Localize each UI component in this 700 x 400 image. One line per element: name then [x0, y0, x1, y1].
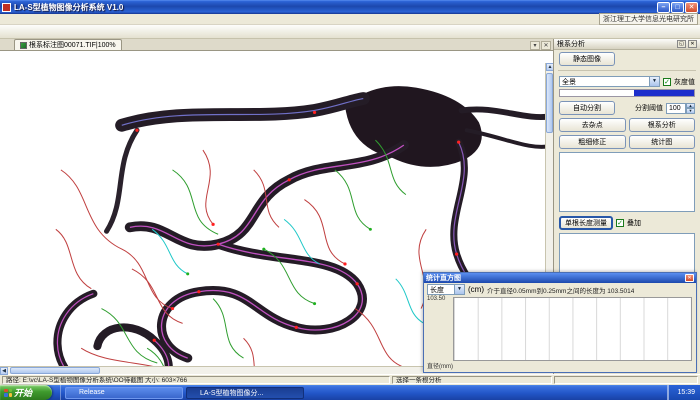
organization-label: 浙江理工大学信息光电研究所 — [599, 13, 698, 25]
status-path: 路径: E:\vc\LA-S型植物图像分析系统\OO待截图 大小: 603×76… — [2, 376, 390, 384]
histogram-window: 统计直方图 ✕ 长度 ▼ (cm) 介于直径0.05mm到0.25mm之间的长度… — [423, 272, 697, 373]
app-window: LA-S型植物图像分析系统 V1.0 – □ ✕ 浙江理工大学信息光电研究所 根… — [0, 0, 700, 400]
image-tab[interactable]: 根系标注图00071.TIF|100% — [14, 39, 122, 50]
panel-pin-icon[interactable]: ◱ — [677, 40, 686, 48]
status-empty — [554, 376, 698, 384]
horizontal-scroll-thumb[interactable] — [10, 367, 100, 374]
overlay-checkbox-label: 叠加 — [627, 218, 641, 228]
overlay-checkbox[interactable]: ✓ — [616, 219, 624, 227]
tab-close-button[interactable]: ✕ — [541, 41, 551, 50]
threshold-value[interactable]: 100 — [666, 103, 686, 114]
single-root-measure-button[interactable]: 单根长度测量 — [559, 216, 613, 230]
spin-down-icon[interactable]: ▼ — [686, 108, 695, 114]
task-release-label: Release — [79, 389, 105, 396]
histogram-close-icon[interactable]: ✕ — [685, 274, 694, 282]
results-box-global — [559, 152, 695, 212]
threshold-label: 分割阈值 — [635, 103, 663, 113]
threshold-slider-fill — [634, 90, 694, 96]
divider — [558, 70, 696, 71]
toolbar — [0, 25, 700, 39]
task-las-app[interactable]: LA-S型植物图像分... — [186, 387, 304, 399]
panel-close-icon[interactable]: ✕ — [688, 40, 697, 48]
grayscale-checkbox[interactable]: ✓ — [663, 78, 671, 86]
measure-select[interactable]: 长度 ▼ — [427, 284, 465, 295]
denoise-button[interactable]: 去杂点 — [559, 118, 626, 132]
tab-menu-button[interactable]: ▾ — [530, 41, 540, 50]
status-hint: 选择一条根分析 — [392, 376, 552, 384]
status-bar: 路径: E:\vc\LA-S型植物图像分析系统\OO待截图 大小: 603×76… — [0, 374, 700, 385]
image-tab-label: 根系标注图00071.TIF|100% — [29, 40, 116, 50]
panel-title-bar: 根系分析 ◱ ✕ — [554, 39, 700, 50]
view-select-value: 全景 — [560, 77, 649, 87]
scroll-left-icon[interactable]: ◀ — [0, 367, 8, 375]
menu-bar: 浙江理工大学信息光电研究所 — [0, 14, 700, 25]
static-image-button[interactable]: 静态图像 — [559, 52, 615, 66]
y-axis-max-label: 103.50 — [427, 296, 445, 302]
histogram-plot-area: 103.50 直径(mm) — [427, 296, 693, 370]
root-analysis-button[interactable]: 根系分析 — [629, 118, 696, 132]
scroll-up-icon[interactable]: ▲ — [546, 63, 553, 71]
system-tray: 15:39 — [667, 385, 700, 400]
x-axis-title: 直径(mm) — [427, 361, 453, 370]
task-las-app-label: LA-S型植物图像分... — [200, 388, 263, 398]
tab-controls: ▾ ✕ — [529, 41, 551, 50]
folder-icon — [69, 389, 77, 397]
app-icon — [190, 389, 198, 397]
auto-segment-button[interactable]: 自动分割 — [559, 101, 615, 115]
clock: 15:39 — [677, 389, 695, 396]
window-title: LA-S型植物图像分析系统 V1.0 — [14, 2, 656, 13]
unit-label: (cm) — [468, 285, 484, 294]
start-button-label: 开始 — [14, 386, 32, 399]
image-thumbnail-icon — [20, 42, 27, 49]
histogram-title-bar[interactable]: 统计直方图 ✕ — [424, 273, 696, 283]
chart-button[interactable]: 统计图 — [629, 135, 696, 149]
vertical-scroll-thumb[interactable] — [546, 73, 553, 133]
panel-title: 根系分析 — [557, 39, 585, 49]
chevron-down-icon[interactable]: ▼ — [454, 285, 464, 294]
view-select[interactable]: 全景 ▼ — [559, 76, 660, 87]
grayscale-checkbox-label: 灰度值 — [674, 77, 695, 87]
start-button[interactable]: 开始 — [0, 385, 52, 400]
task-release[interactable]: Release — [65, 387, 183, 399]
tab-strip: 根系标注图00071.TIF|100% ▾ ✕ — [0, 39, 553, 51]
close-button[interactable]: ✕ — [685, 2, 698, 13]
content-area: 根系标注图00071.TIF|100% ▾ ✕ — [0, 39, 700, 374]
windows-logo-icon — [4, 389, 12, 397]
title-bar[interactable]: LA-S型植物图像分析系统 V1.0 – □ ✕ — [0, 0, 700, 14]
quick-launch — [52, 385, 61, 400]
refine-button[interactable]: 粗细修正 — [559, 135, 626, 149]
maximize-button[interactable]: □ — [671, 2, 684, 13]
minimize-button[interactable]: – — [657, 2, 670, 13]
histogram-title: 统计直方图 — [426, 273, 461, 283]
chevron-down-icon[interactable]: ▼ — [649, 77, 659, 86]
taskbar: 开始 Release LA-S型植物图像分... 15:39 — [0, 385, 700, 400]
histogram-info-text: 介于直径0.05mm到0.25mm之间的长度为 103.5014 — [487, 285, 634, 295]
histogram-plot — [453, 297, 692, 361]
threshold-slider[interactable] — [559, 89, 695, 97]
histogram-controls: 长度 ▼ (cm) 介于直径0.05mm到0.25mm之间的长度为 103.50… — [424, 283, 696, 296]
task-buttons: Release LA-S型植物图像分... — [61, 385, 667, 400]
threshold-spinner[interactable]: 100 ▲ ▼ — [666, 103, 695, 114]
x-axis-ticks — [453, 362, 692, 370]
measure-select-value: 长度 — [428, 285, 454, 295]
app-icon — [2, 3, 11, 12]
